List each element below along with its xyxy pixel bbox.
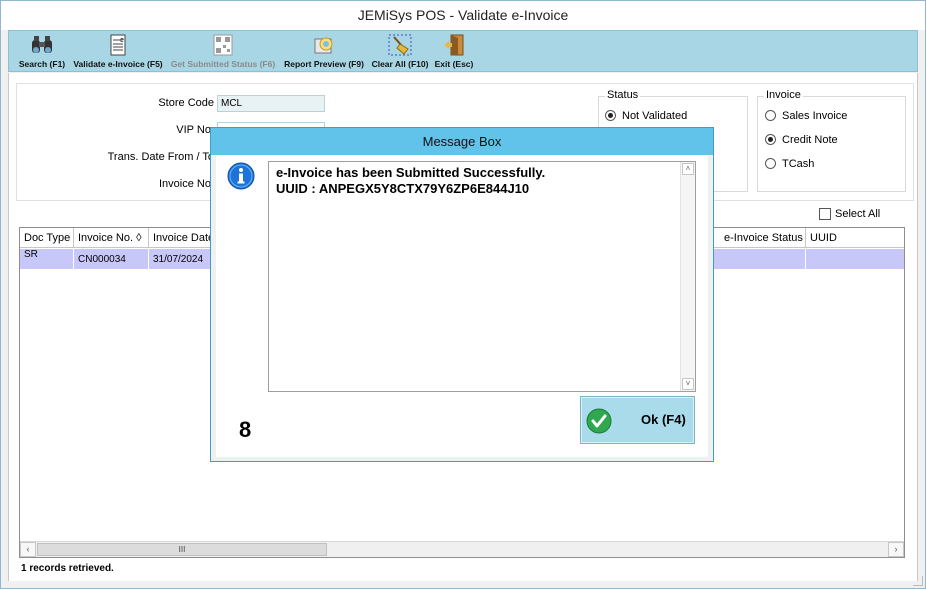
validate-einvoice-button[interactable]: e Validate e-Invoice (F5): [72, 31, 164, 71]
col-invoice-no[interactable]: Invoice No. ◊: [74, 228, 149, 248]
cell-invoice-no: CN000034: [74, 249, 149, 269]
status-bar-text: 1 records retrieved.: [21, 563, 114, 574]
store-code-field[interactable]: MCL: [217, 95, 325, 112]
check-icon: [586, 408, 612, 434]
search-label: Search (F1): [18, 59, 66, 69]
scroll-down-button[interactable]: ˅: [682, 378, 694, 390]
message-box-title: Message Box: [211, 128, 713, 155]
col-uuid[interactable]: UUID: [806, 228, 904, 248]
get-status-label: Get Submitted Status (F6): [170, 59, 276, 69]
vip-label: VIP No.: [176, 124, 214, 136]
col-doc-type[interactable]: Doc Type: [20, 228, 74, 248]
cell-doc-type: SR: [20, 249, 74, 269]
cell-einvoice-status: [720, 249, 806, 269]
clear-all-label: Clear All (F10): [371, 59, 429, 69]
countdown-counter: 8: [239, 417, 252, 442]
svg-text:e: e: [120, 37, 124, 44]
col-einvoice-status[interactable]: e-Invoice Status: [720, 228, 806, 248]
info-icon: [227, 162, 255, 190]
resize-grip[interactable]: [913, 576, 923, 586]
message-line-1: e-Invoice has been Submitted Successfull…: [276, 165, 546, 180]
report-preview-icon: [314, 37, 333, 54]
invoice-group: Invoice Sales Invoice Credit Note TCash: [757, 89, 906, 192]
exit-button[interactable]: Exit (Esc): [433, 31, 475, 71]
invoice-no-label: Invoice No.: [158, 178, 214, 190]
report-preview-button[interactable]: Report Preview (F9): [282, 31, 366, 71]
radio-sales-invoice-label: Sales Invoice: [782, 110, 848, 122]
radio-not-validated-label: Not Validated: [622, 110, 688, 122]
radio-tcash-label: TCash: [782, 158, 815, 170]
get-submitted-status-button[interactable]: Get Submitted Status (F6): [169, 31, 277, 71]
checkbox-box: [819, 208, 831, 220]
invoice-group-title: Invoice: [764, 89, 803, 101]
radio-tcash[interactable]: TCash: [765, 158, 814, 170]
document-icon: e: [110, 34, 126, 56]
radio-dot: [765, 134, 776, 145]
message-lines: e-Invoice has been Submitted Successfull…: [276, 165, 545, 197]
exit-door-icon: [444, 34, 464, 56]
message-box-dialog: Message Box e-Invoice has been Submitted…: [210, 127, 714, 462]
radio-credit-note[interactable]: Credit Note: [765, 134, 838, 146]
radio-dot: [765, 110, 776, 121]
validate-label: Validate e-Invoice (F5): [73, 59, 163, 69]
store-code-label: Store Code: [158, 97, 214, 109]
status-group-title: Status: [605, 89, 641, 101]
message-line-2: UUID : ANPEGX5Y8CTX79Y6ZP6E844J10: [276, 181, 530, 196]
trans-date-label: Trans. Date From / To: [107, 151, 214, 163]
qr-code-icon: [213, 34, 233, 56]
exit-label: Exit (Esc): [434, 59, 474, 69]
message-box-body: e-Invoice has been Submitted Successfull…: [216, 155, 708, 457]
radio-credit-note-label: Credit Note: [782, 134, 838, 146]
cell-uuid: [806, 249, 904, 269]
horizontal-scrollbar[interactable]: ‹ III ›: [20, 541, 904, 557]
toolbar: Search (F1) e Validate e-Invoice (F5) Ge…: [8, 30, 918, 72]
report-preview-label: Report Preview (F9): [284, 59, 364, 69]
scroll-right-button[interactable]: ›: [888, 542, 904, 557]
binoculars-icon: [32, 36, 52, 53]
message-text-area[interactable]: e-Invoice has been Submitted Successfull…: [268, 161, 696, 392]
select-all-checkbox[interactable]: Select All: [819, 208, 880, 220]
ok-button-label: Ok (F4): [641, 412, 686, 427]
select-all-label: Select All: [835, 208, 881, 220]
broom-icon: [388, 34, 412, 56]
radio-dot: [765, 158, 776, 169]
scroll-thumb[interactable]: III: [37, 543, 327, 556]
clear-all-button[interactable]: Clear All (F10): [370, 31, 430, 71]
radio-sales-invoice[interactable]: Sales Invoice: [765, 110, 847, 122]
vertical-scrollbar[interactable]: ˄ ˅: [680, 162, 695, 391]
radio-not-validated[interactable]: Not Validated: [605, 110, 687, 122]
radio-dot: [605, 110, 616, 121]
scroll-up-button[interactable]: ˄: [682, 163, 694, 175]
scroll-left-button[interactable]: ‹: [20, 542, 36, 557]
ok-button[interactable]: Ok (F4): [580, 396, 695, 444]
window-title: JEMiSys POS - Validate e-Invoice: [1, 1, 925, 30]
search-button[interactable]: Search (F1): [17, 31, 67, 71]
